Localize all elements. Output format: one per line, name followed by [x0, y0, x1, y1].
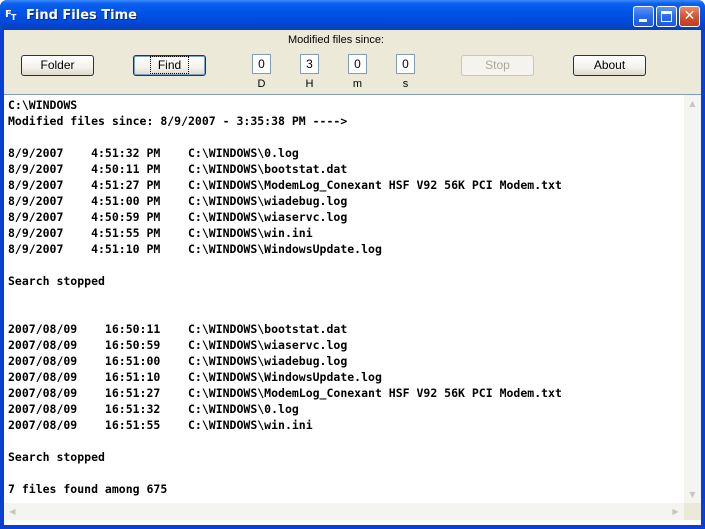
minimize-icon — [639, 19, 647, 22]
vertical-scrollbar[interactable]: ▲ ▼ — [684, 95, 701, 503]
folder-button[interactable]: Folder — [21, 55, 94, 76]
log-line: 8/9/2007 4:51:55 PM C:\WINDOWS\win.ini — [8, 226, 313, 240]
scrollbar-corner — [684, 503, 701, 520]
log-line: 2007/08/09 16:51:00 C:\WINDOWS\wiadebug.… — [8, 354, 348, 368]
log-line: 2007/08/09 16:51:55 C:\WINDOWS\win.ini — [8, 418, 313, 432]
results-log: C:\WINDOWS Modified files since: 8/9/2007… — [8, 97, 678, 502]
log-line: 7 files found among 675 — [8, 482, 168, 496]
horizontal-scrollbar[interactable]: ◀ ▶ — [4, 503, 684, 520]
log-line: C:\WINDOWS — [8, 98, 78, 112]
arrow-down-icon[interactable]: ▼ — [684, 486, 701, 503]
log-line: 2007/08/09 16:51:27 C:\WINDOWS\ModemLog_… — [8, 386, 562, 400]
hours-label: H — [305, 78, 314, 90]
seconds-label: s — [402, 78, 409, 90]
minutes-field[interactable]: 0 — [348, 54, 367, 74]
stop-button[interactable]: Stop — [461, 55, 534, 76]
log-line: 8/9/2007 4:51:32 PM C:\WINDOWS\0.log — [8, 146, 299, 160]
arrow-right-icon[interactable]: ▶ — [667, 503, 684, 520]
results-textarea[interactable]: C:\WINDOWS Modified files since: 8/9/2007… — [4, 94, 701, 525]
log-line: 8/9/2007 4:51:10 PM C:\WINDOWS\WindowsUp… — [8, 242, 382, 256]
log-line: 8/9/2007 4:50:11 PM C:\WINDOWS\bootstat.… — [8, 162, 348, 176]
log-line: 2007/08/09 16:51:32 C:\WINDOWS\0.log — [8, 402, 299, 416]
modified-since-label: Modified files since: — [288, 34, 384, 46]
app-icon[interactable]: FT — [5, 7, 23, 23]
app-window: FT Find Files Time ✕ Modified files sinc… — [0, 0, 705, 529]
client-area: Modified files since: Folder Find 0 D 3 … — [4, 30, 701, 525]
arrow-left-icon[interactable]: ◀ — [4, 503, 21, 520]
log-line: 2007/08/09 16:50:11 C:\WINDOWS\bootstat.… — [8, 322, 348, 336]
minutes-label: m — [352, 78, 363, 90]
log-line: 8/9/2007 4:50:59 PM C:\WINDOWS\wiaservc.… — [8, 210, 348, 224]
log-line: Search stopped — [8, 274, 105, 288]
find-button-label: Find — [149, 56, 190, 74]
log-line: 2007/08/09 16:51:10 C:\WINDOWS\WindowsUp… — [8, 370, 382, 384]
days-field[interactable]: 0 — [252, 54, 271, 74]
log-line: 8/9/2007 4:51:27 PM C:\WINDOWS\ModemLog_… — [8, 178, 562, 192]
title-bar[interactable]: FT Find Files Time ✕ — [0, 0, 705, 30]
log-line: Modified files since: 8/9/2007 - 3:35:38… — [8, 114, 348, 128]
seconds-field[interactable]: 0 — [396, 54, 415, 74]
about-button[interactable]: About — [573, 55, 646, 76]
log-line: 2007/08/09 16:50:59 C:\WINDOWS\wiaservc.… — [8, 338, 348, 352]
close-button[interactable]: ✕ — [679, 6, 700, 27]
window-title: Find Files Time — [26, 8, 137, 23]
arrow-up-icon[interactable]: ▲ — [684, 95, 701, 112]
about-button-label: About — [593, 58, 626, 72]
close-icon: ✕ — [683, 8, 696, 24]
folder-button-label: Folder — [40, 58, 75, 72]
maximize-button[interactable] — [656, 6, 677, 27]
find-button[interactable]: Find — [133, 55, 206, 76]
maximize-icon — [661, 11, 672, 22]
log-line: 8/9/2007 4:51:00 PM C:\WINDOWS\wiadebug.… — [8, 194, 348, 208]
days-label: D — [257, 78, 266, 90]
minimize-button[interactable] — [633, 6, 654, 27]
log-line: Search stopped — [8, 450, 105, 464]
hours-field[interactable]: 3 — [300, 54, 319, 74]
stop-button-label: Stop — [485, 58, 510, 72]
